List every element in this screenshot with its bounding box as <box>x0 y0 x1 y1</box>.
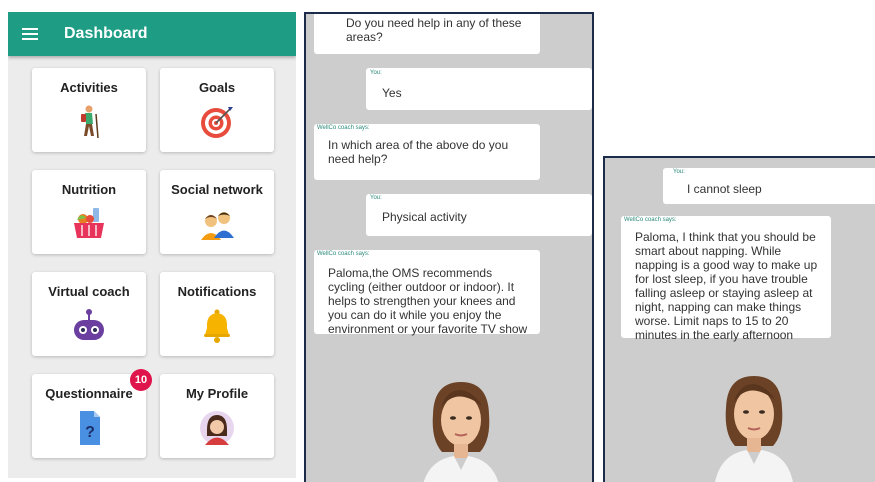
tile-label: Social network <box>171 182 263 197</box>
svg-text:?: ? <box>85 424 95 441</box>
tile-label: Nutrition <box>61 182 117 197</box>
robot-icon <box>74 309 104 340</box>
tile-virtual-coach[interactable]: Virtual coach <box>32 272 146 356</box>
coach-message-bubble: In which area of the above do you need h… <box>314 124 540 180</box>
tile-my-profile[interactable]: My Profile <box>160 374 274 458</box>
chat-screen: Do you need help in any of these areas? … <box>304 12 594 482</box>
people-icon <box>201 212 234 240</box>
sender-label: You: <box>370 70 382 76</box>
sender-label: WellCo coach says: <box>317 125 370 131</box>
dashboard-screen: Dashboard Activities Goals Nutrition Soc… <box>8 12 296 478</box>
user-message-bubble: I cannot sleep <box>663 168 875 204</box>
user-message-bubble: Physical activity <box>366 194 592 236</box>
virtual-coach-avatar <box>715 376 793 482</box>
coach-message-bubble: Paloma,the OMS recommends cycling (eithe… <box>314 250 540 336</box>
tile-label: Notifications <box>177 284 257 299</box>
notification-badge: 10 <box>130 369 152 391</box>
message-text: Do you need help in any of these areas? <box>346 16 522 44</box>
sender-label: You: <box>370 195 382 201</box>
message-text: In which area of the above do you need h… <box>328 138 509 166</box>
tile-label: Goals <box>198 80 236 95</box>
hiker-icon <box>81 105 99 139</box>
user-message-bubble: Yes <box>366 68 592 110</box>
message-text: Physical activity <box>382 210 467 224</box>
tile-social-network[interactable]: Social network <box>160 170 274 254</box>
page-title: Dashboard <box>64 25 148 42</box>
tile-label: Activities <box>60 80 118 95</box>
menu-icon[interactable] <box>22 28 38 40</box>
message-text: Paloma, I think that you should be smart… <box>635 230 818 342</box>
tile-activities[interactable]: Activities <box>32 68 146 152</box>
target-icon <box>201 107 233 138</box>
sender-label: WellCo coach says: <box>317 251 370 257</box>
message-text: I cannot sleep <box>687 182 762 196</box>
chat-screen: I cannot sleep You: Paloma, I think that… <box>603 156 875 482</box>
tile-label: Questionnaire <box>45 386 133 401</box>
tile-questionnaire[interactable]: Questionnaire ? <box>32 374 146 458</box>
message-text: Yes <box>382 86 402 100</box>
document-question-icon: ? <box>80 411 100 445</box>
app-bar: Dashboard <box>8 12 296 56</box>
tile-nutrition[interactable]: Nutrition <box>32 170 146 254</box>
sender-label: WellCo coach says: <box>624 217 677 223</box>
sender-label: You: <box>673 169 685 175</box>
tile-label: Virtual coach <box>48 284 130 299</box>
coach-message-bubble: Do you need help in any of these areas? <box>314 14 540 54</box>
bell-icon <box>204 309 230 343</box>
profile-avatar-icon <box>200 411 234 445</box>
coach-message-bubble: Paloma, I think that you should be smart… <box>621 216 831 342</box>
virtual-coach-avatar <box>423 382 499 482</box>
food-basket-icon <box>74 208 104 238</box>
tile-notifications[interactable]: Notifications <box>160 272 274 356</box>
message-text: Paloma,the OMS recommends cycling (eithe… <box>328 266 528 336</box>
tile-label: My Profile <box>185 386 249 401</box>
tile-goals[interactable]: Goals <box>160 68 274 152</box>
